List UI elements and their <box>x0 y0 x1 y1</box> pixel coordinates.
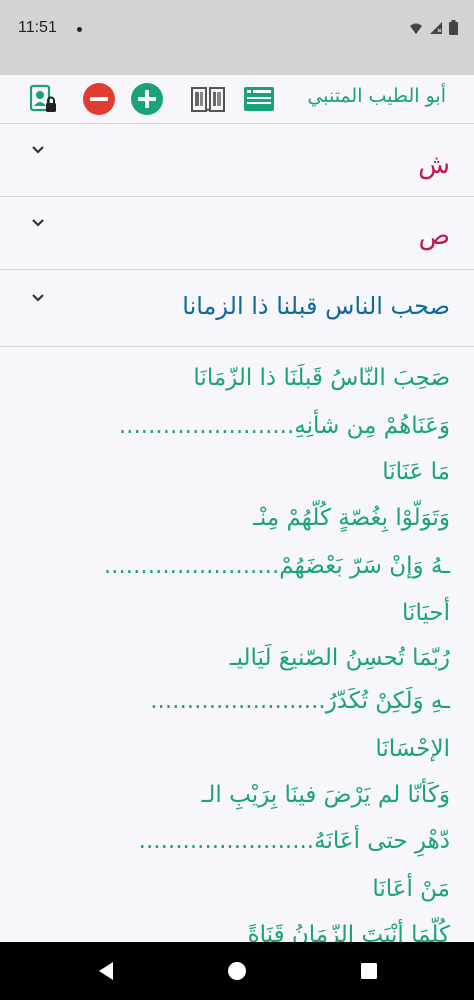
section-header-poem[interactable]: صحب الناس قبلنا ذا الزمانا <box>0 270 474 347</box>
poem-line: وَكَأنّا لم يَرْضَ فينَا بِرَيْبِ الـ <box>201 782 450 808</box>
poem-line: رُبّمَا تُحسِنُ الصّنيعَ لَيَاليـ <box>229 645 450 671</box>
remove-button[interactable] <box>82 83 116 115</box>
status-bar: 11:51 <box>0 0 474 75</box>
private-account-button[interactable] <box>26 83 60 115</box>
user-lock-icon <box>29 84 56 112</box>
notification-dot-icon <box>77 27 82 32</box>
poem-line: الإحْسَانَا <box>375 736 450 762</box>
signal-icon <box>430 21 442 34</box>
books-button[interactable] <box>190 83 226 115</box>
minus-circle-icon <box>83 83 115 115</box>
app-title: أبو الطيب المتنبي <box>307 85 446 107</box>
home-icon[interactable] <box>224 958 250 984</box>
poem-line: ـهِ وَلَكِنْ تُكَدّرُ...................… <box>150 688 450 714</box>
poem-text: صَحِبَ النّاسُ قَبلَنَا ذا الزّمَانَا وَ… <box>0 350 474 942</box>
poem-line: كُلّمَا أنْبَتَ الزّمَانُ قَنَاةً <box>247 922 450 942</box>
navigation-bar <box>0 942 474 1000</box>
poem-line: دّهْرِ حتى أعَانَهُ.....................… <box>138 828 450 854</box>
status-time: 11:51 <box>18 19 57 36</box>
section-header-shin[interactable]: ش <box>0 124 474 197</box>
web-button[interactable] <box>242 83 276 115</box>
section-title: ص <box>418 221 450 251</box>
recents-icon[interactable] <box>356 958 382 984</box>
battery-icon <box>449 20 458 35</box>
book-icon <box>191 87 225 112</box>
add-button[interactable] <box>130 83 164 115</box>
poem-line: مَنْ أعَانَا <box>372 876 450 902</box>
section-header-sad[interactable]: ص <box>0 197 474 270</box>
browser-window-icon <box>244 87 274 111</box>
poem-line: مَا عَنَانَا <box>382 459 450 485</box>
plus-circle-icon <box>131 83 163 115</box>
section-title: ش <box>418 150 450 180</box>
poem-line: وَتَوَلّوْا بِغُصّةٍ كُلّهُمْ مِنْـ <box>253 505 450 531</box>
poem-line: صَحِبَ النّاسُ قَبلَنَا ذا الزّمَانَا <box>193 365 450 391</box>
wifi-icon <box>410 23 422 34</box>
toolbar: أبو الطيب المتنبي <box>0 75 474 124</box>
poem-line: وَعَنَاهُمْ مِن شأنِهِ..................… <box>118 413 450 439</box>
chevron-down-icon[interactable] <box>30 215 46 231</box>
poem-line: أحيَانَا <box>402 600 450 626</box>
chevron-down-icon[interactable] <box>30 290 46 306</box>
section-title: صحب الناس قبلنا ذا الزمانا <box>182 292 450 320</box>
back-icon[interactable] <box>93 958 119 984</box>
poem-line: ـهُ وَإنْ سَرّ بَعْضَهُمْ...............… <box>103 553 450 579</box>
chevron-down-icon[interactable] <box>30 142 46 158</box>
status-icons <box>409 20 458 35</box>
